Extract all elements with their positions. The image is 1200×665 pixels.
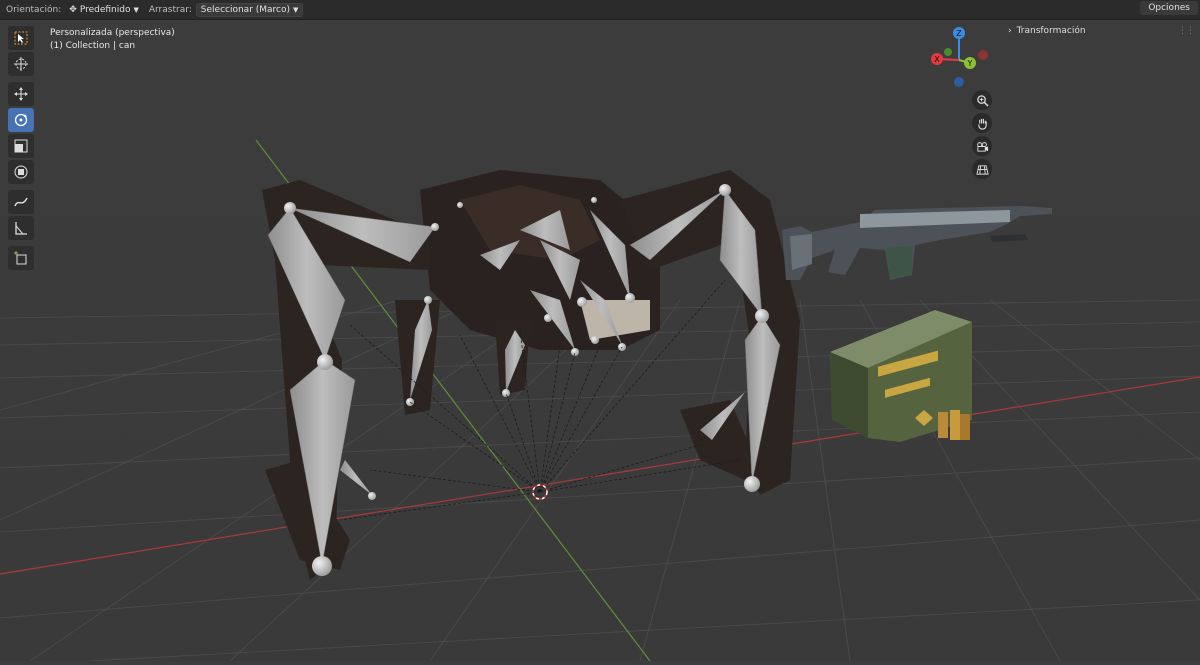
options-label: Opciones [1148,3,1190,13]
navigation-gizmo[interactable]: Z X Y [928,26,990,90]
move-icon [14,87,28,101]
options-button[interactable]: Opciones [1140,1,1198,15]
rotate-tool[interactable] [8,108,34,132]
annotate-tool[interactable] [8,190,34,214]
orientation-dropdown[interactable]: ✥ Predefinido ▼ [65,3,143,16]
chevron-down-icon: ▼ [133,5,139,14]
measure-icon [15,222,27,235]
transform-tool[interactable] [8,160,34,184]
measure-tool[interactable] [8,216,34,240]
pan-button[interactable] [972,113,992,133]
move-tool[interactable] [8,82,34,106]
viewport-canvas[interactable] [0,0,1200,662]
add-cube-tool[interactable] [8,246,34,270]
select-box-tool[interactable] [8,26,34,50]
3d-viewport[interactable] [0,0,1200,662]
y-axis-label: Y [967,59,973,68]
grid-view-button[interactable] [972,159,992,179]
chevron-down-icon: ▼ [293,5,299,14]
x-axis-label: X [934,55,940,64]
camera-icon [976,141,988,152]
orientation-value: Predefinido [79,4,131,15]
transform-label: Transformación [1016,25,1086,36]
grid-view-icon [975,164,989,175]
zoom-icon [976,94,989,107]
orientation-icon: ✥ [69,4,77,15]
drag-handle-icon[interactable]: ⋮⋮ [1178,26,1195,36]
tool-shelf [8,26,36,272]
viewport-header: Orientación: ✥ Predefinido ▼ Arrastrar: … [0,0,1200,20]
orientation-label: Orientación: [6,4,62,15]
add-cube-icon [14,251,27,265]
cursor-icon [14,57,28,71]
zoom-button[interactable] [972,90,992,110]
scale-tool[interactable] [8,134,34,158]
view-name: Personalizada (perspectiva) [50,28,175,38]
drag-value: Seleccionar (Marco) [200,4,291,15]
rotate-icon [14,113,28,127]
select-box-icon [14,31,28,45]
camera-button[interactable] [972,136,992,156]
z-axis-label: Z [956,29,962,38]
viewport-info: Personalizada (perspectiva) (1) Collecti… [50,27,175,53]
drag-dropdown[interactable]: Seleccionar (Marco) ▼ [195,2,304,17]
pan-hand-icon [977,118,987,130]
scale-icon [14,139,28,153]
chevron-right-icon: › [1008,25,1012,36]
drag-label: Arrastrar: [148,4,192,15]
cursor-tool[interactable] [8,52,34,76]
transform-panel-header[interactable]: › Transformación ⋮⋮ [1008,22,1195,39]
annotate-icon [14,197,28,207]
collection-info: (1) Collection | can [50,41,136,51]
transform-icon [14,165,28,179]
